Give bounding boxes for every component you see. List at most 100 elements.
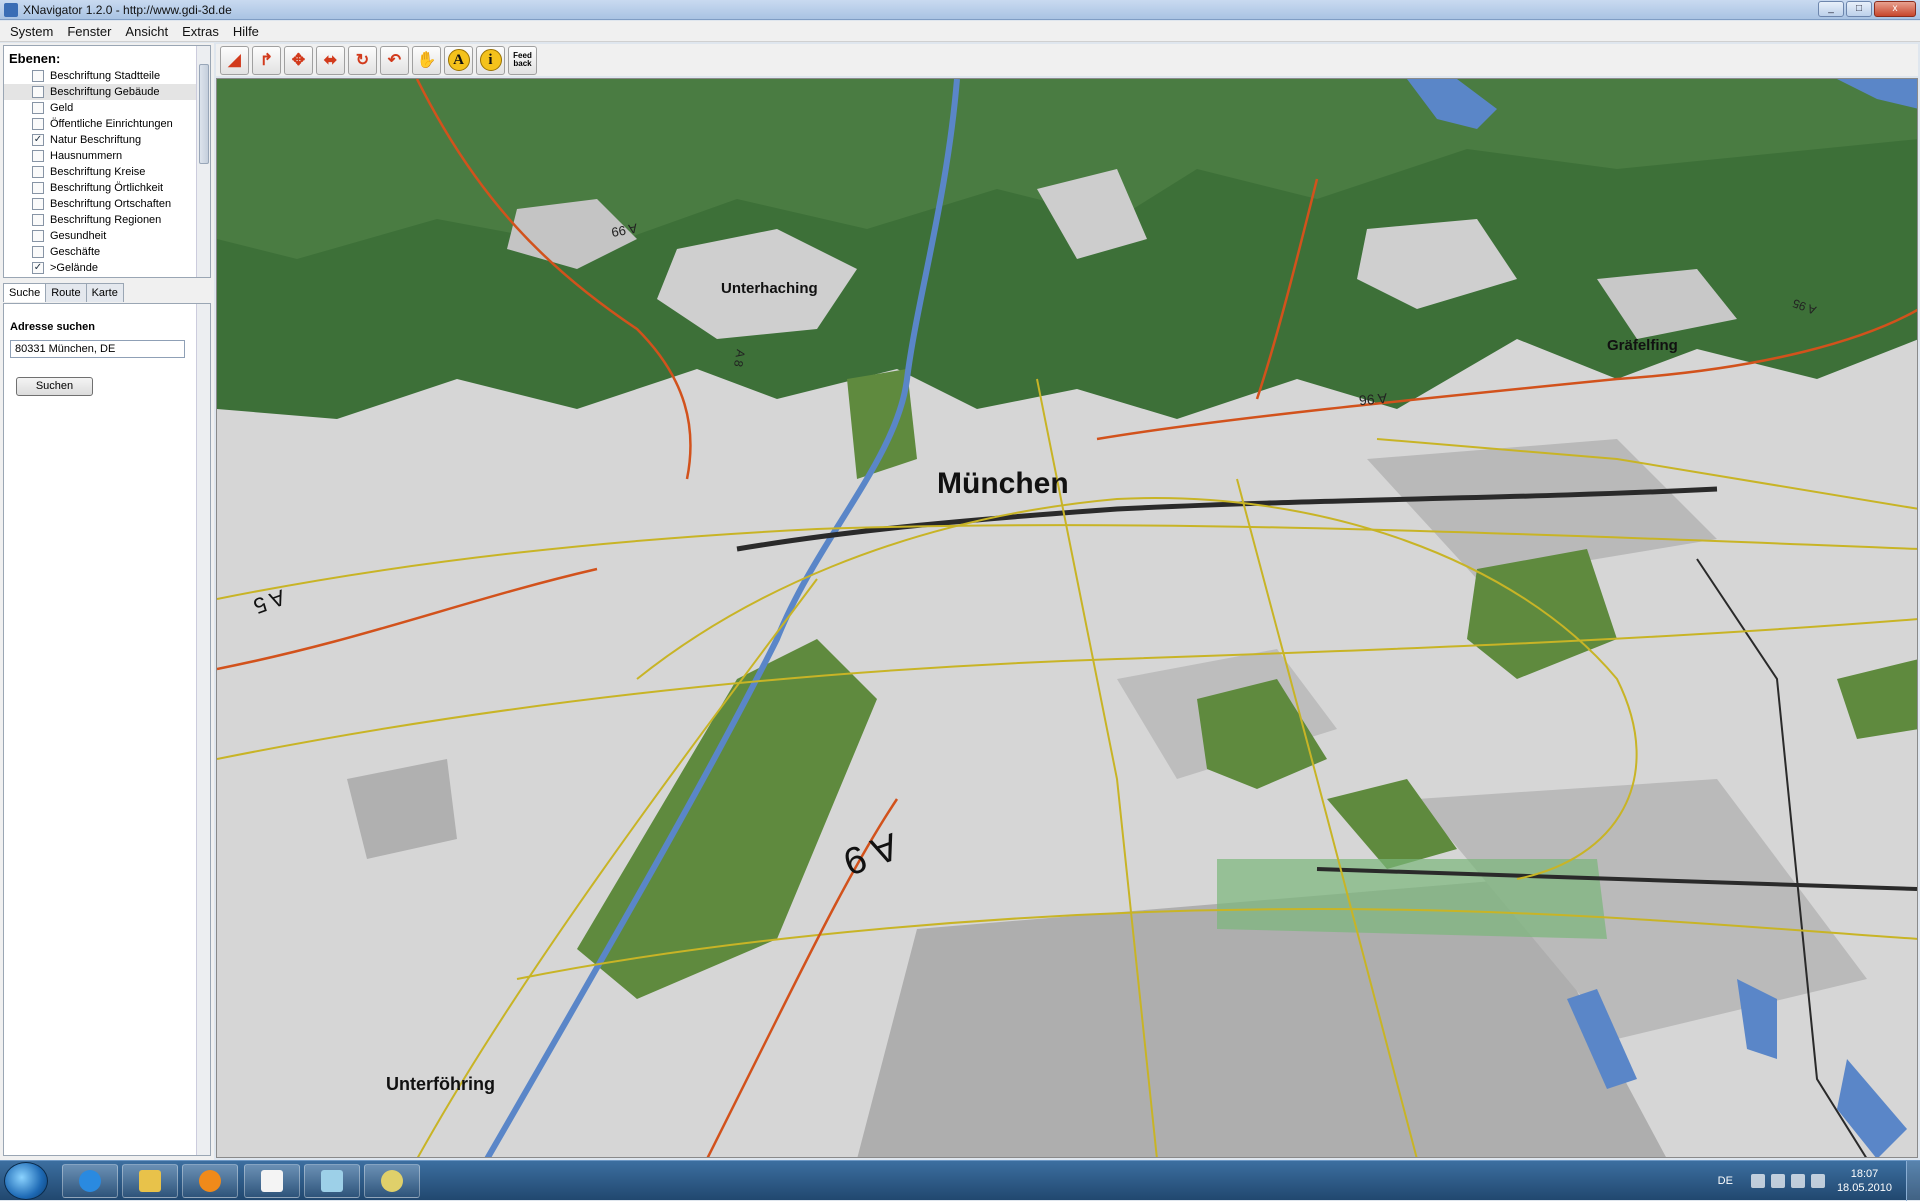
layers-heading: Ebenen: — [9, 51, 61, 66]
rotate-icon[interactable]: ↱ — [252, 45, 281, 75]
language-indicator[interactable]: DE — [1718, 1175, 1733, 1187]
show-desktop-button[interactable] — [1906, 1161, 1920, 1201]
paint-icon[interactable] — [364, 1164, 420, 1198]
map-view[interactable]: München Unterhaching Gräfelfing Unterföh… — [216, 78, 1918, 1158]
layer-item[interactable]: ✓ Natur Beschriftung — [4, 132, 210, 148]
label-muenchen: München — [937, 467, 1069, 500]
address-input[interactable] — [10, 340, 185, 358]
window-title: XNavigator 1.2.0 - http://www.gdi-3d.de — [23, 2, 232, 17]
layer-item[interactable]: Beschriftung Kreise — [4, 164, 210, 180]
layer-item[interactable]: Beschriftung Örtlichkeit — [4, 180, 210, 196]
map-canvas[interactable]: München Unterhaching Gräfelfing Unterföh… — [217, 79, 1918, 1158]
layer-item[interactable]: Gesundheit — [4, 228, 210, 244]
scrollbar-thumb[interactable] — [199, 64, 209, 164]
title-bar: XNavigator 1.2.0 - http://www.gdi-3d.de … — [0, 0, 1920, 20]
close-button[interactable]: x — [1874, 1, 1916, 17]
tab-karte[interactable]: Karte — [85, 283, 124, 302]
label-icon[interactable]: A — [444, 45, 473, 75]
clock-time: 18:07 — [1850, 1168, 1879, 1180]
info-icon-text: i — [479, 49, 502, 71]
clock[interactable]: 18:07 18.05.2010 — [1837, 1167, 1892, 1195]
layer-label: Natur Beschriftung — [50, 134, 142, 146]
layer-list: Beschriftung Stadtteile Beschriftung Gebä… — [4, 68, 210, 276]
address-search-label: Adresse suchen — [10, 321, 95, 333]
layer-label: Geld — [50, 102, 74, 114]
flag-icon[interactable] — [1770, 1174, 1785, 1188]
info-icon[interactable]: i — [476, 45, 505, 75]
layer-label: Beschriftung Kreise — [50, 166, 146, 178]
layer-checkbox[interactable] — [32, 86, 44, 98]
search-button[interactable]: Suchen — [16, 377, 93, 396]
layer-label: Beschriftung Örtlichkeit — [50, 182, 164, 194]
layer-label: Beschriftung Stadtteile — [50, 70, 161, 82]
menu-system[interactable]: System — [3, 24, 60, 39]
clock-date: 18.05.2010 — [1836, 1182, 1892, 1194]
layer-checkbox[interactable] — [32, 198, 44, 210]
layer-item[interactable]: Geld — [4, 100, 210, 116]
layer-label: Beschriftung Ortschaften — [50, 198, 172, 210]
hand-icon[interactable]: ✋ — [412, 45, 441, 75]
left-panel: Ebenen: Beschriftung Stadtteile Beschrift… — [0, 43, 214, 1160]
layer-checkbox[interactable]: ✓ — [32, 134, 44, 146]
layer-label: Öffentliche Einrichtungen — [50, 118, 173, 130]
folder-icon[interactable] — [304, 1164, 360, 1198]
layer-checkbox[interactable] — [32, 166, 44, 178]
media-player-icon[interactable] — [182, 1164, 238, 1198]
label-icon-text: A — [447, 49, 470, 71]
layer-checkbox[interactable] — [32, 102, 44, 114]
layer-checkbox[interactable] — [32, 118, 44, 130]
layers-panel: Ebenen: Beschriftung Stadtteile Beschrift… — [3, 45, 211, 278]
layer-checkbox[interactable] — [32, 246, 44, 258]
tilt-icon[interactable]: ◢ — [220, 45, 249, 75]
layer-checkbox[interactable]: ✓ — [32, 262, 44, 274]
menu-hilfe[interactable]: Hilfe — [226, 24, 266, 39]
layer-item[interactable]: Beschriftung Regionen — [4, 212, 210, 228]
layer-label: >Gelände — [50, 262, 99, 274]
layer-checkbox[interactable] — [32, 150, 44, 162]
menu-ansicht[interactable]: Ansicht — [118, 24, 175, 39]
layer-item[interactable]: Beschriftung Stadtteile — [4, 68, 210, 84]
layer-item[interactable]: ✓ >Gelände — [4, 260, 210, 276]
tab-route[interactable]: Route — [45, 283, 87, 302]
pan-icon[interactable]: ✥ — [284, 45, 313, 75]
app-icon — [4, 2, 18, 17]
feedback-button[interactable]: Feed back — [508, 45, 537, 75]
tab-strip: Suche Route Karte — [3, 283, 124, 302]
menu-fenster[interactable]: Fenster — [60, 24, 118, 39]
label-unterfoehring: Unterföhring — [386, 1074, 495, 1094]
layer-label: Gesundheit — [50, 230, 107, 242]
taskbar: DE 18:07 18.05.2010 — [0, 1160, 1920, 1201]
search-panel: Adresse suchen Suchen — [3, 303, 211, 1156]
layer-item[interactable]: Beschriftung Ortschaften — [4, 196, 210, 212]
reset-icon[interactable]: ↻ — [348, 45, 377, 75]
search-scrollbar[interactable] — [196, 304, 210, 1155]
layer-item[interactable]: Beschriftung Gebäude — [4, 84, 210, 100]
layer-checkbox[interactable] — [32, 70, 44, 82]
tab-suche[interactable]: Suche — [3, 283, 47, 302]
label-graefelfing: Gräfelfing — [1607, 337, 1678, 354]
layer-checkbox[interactable] — [32, 182, 44, 194]
layer-item[interactable]: Öffentliche Einrichtungen — [4, 116, 210, 132]
layer-label: Geschäfte — [50, 246, 101, 258]
layer-label: Beschriftung Gebäude — [50, 86, 160, 98]
move-icon[interactable]: ⬌ — [316, 45, 345, 75]
menu-extras[interactable]: Extras — [175, 24, 226, 39]
maximize-button[interactable]: □ — [1846, 1, 1872, 17]
menu-bar: System Fenster Ansicht Extras Hilfe — [0, 21, 1920, 42]
show-hidden-icon[interactable] — [1750, 1174, 1765, 1188]
volume-icon[interactable] — [1810, 1174, 1825, 1188]
start-button[interactable] — [4, 1162, 48, 1200]
layers-scrollbar[interactable] — [196, 46, 210, 277]
explorer-icon[interactable] — [122, 1164, 178, 1198]
ie-icon[interactable] — [62, 1164, 118, 1198]
layer-checkbox[interactable] — [32, 230, 44, 242]
layer-item[interactable]: Hausnummern — [4, 148, 210, 164]
network-icon[interactable] — [1790, 1174, 1805, 1188]
minimize-button[interactable]: _ — [1818, 1, 1844, 17]
system-tray: DE 18:07 18.05.2010 — [1718, 1161, 1920, 1201]
layer-item[interactable]: Geschäfte — [4, 244, 210, 260]
back-icon[interactable]: ↶ — [380, 45, 409, 75]
layer-checkbox[interactable] — [32, 214, 44, 226]
layer-label: Hausnummern — [50, 150, 123, 162]
java-icon[interactable] — [244, 1164, 300, 1198]
